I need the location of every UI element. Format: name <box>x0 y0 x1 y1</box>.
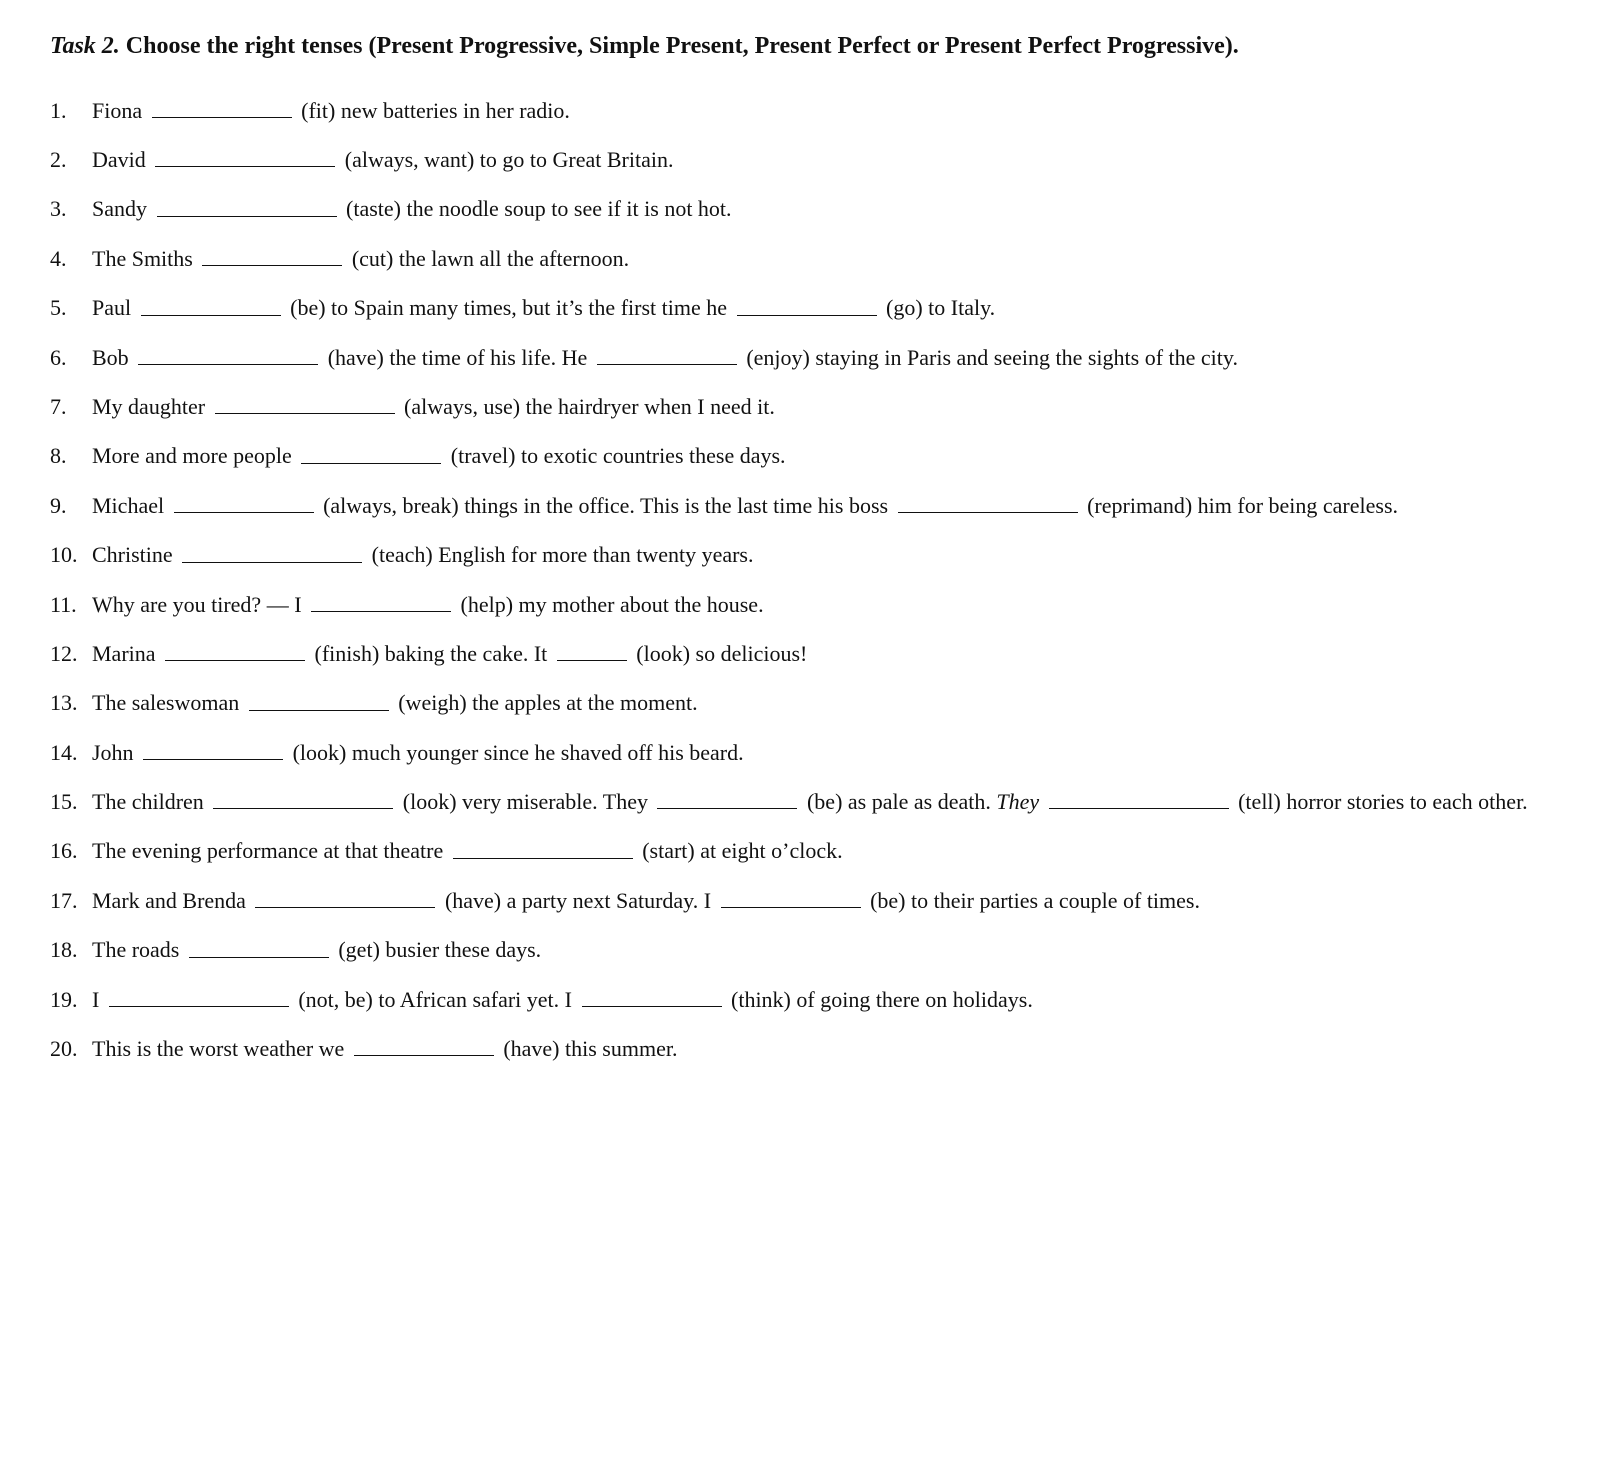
item-number: 1. <box>50 92 92 129</box>
answer-blank[interactable] <box>453 832 633 858</box>
answer-blank[interactable] <box>557 635 627 661</box>
item-content: This is the worst weather we (have) this… <box>92 1030 1550 1067</box>
item-number: 2. <box>50 141 92 178</box>
item-content: My daughter (always, use) the hairdryer … <box>92 388 1550 425</box>
answer-blank[interactable] <box>138 339 318 365</box>
item-number: 8. <box>50 437 92 474</box>
list-item: 5.Paul (be) to Spain many times, but it’… <box>50 289 1550 326</box>
answer-blank[interactable] <box>898 487 1078 513</box>
item-content: Christine (teach) English for more than … <box>92 536 1550 573</box>
list-item: 6.Bob (have) the time of his life. He (e… <box>50 339 1550 376</box>
item-content: Michael (always, break) things in the of… <box>92 487 1550 524</box>
answer-blank[interactable] <box>152 92 292 118</box>
item-number: 5. <box>50 289 92 326</box>
list-item: 1.Fiona (fit) new batteries in her radio… <box>50 92 1550 129</box>
answer-blank[interactable] <box>721 882 861 908</box>
answer-blank[interactable] <box>157 190 337 216</box>
item-content: David (always, want) to go to Great Brit… <box>92 141 1550 178</box>
answer-blank[interactable] <box>255 882 435 908</box>
answer-blank[interactable] <box>109 981 289 1007</box>
item-content: Marina (finish) baking the cake. It (loo… <box>92 635 1550 672</box>
list-item: 12.Marina (finish) baking the cake. It (… <box>50 635 1550 672</box>
item-number: 7. <box>50 388 92 425</box>
answer-blank[interactable] <box>311 586 451 612</box>
answer-blank[interactable] <box>249 684 389 710</box>
item-number: 11. <box>50 586 92 623</box>
answer-blank[interactable] <box>301 437 441 463</box>
answer-blank[interactable] <box>165 635 305 661</box>
item-content: The roads (get) busier these days. <box>92 931 1550 968</box>
answer-blank[interactable] <box>657 783 797 809</box>
task-title: Choose the right tenses (Present Progres… <box>126 33 1239 59</box>
list-item: 10.Christine (teach) English for more th… <box>50 536 1550 573</box>
item-number: 10. <box>50 536 92 573</box>
list-item: 15.The children (look) very miserable. T… <box>50 783 1550 820</box>
item-content: The Smiths (cut) the lawn all the aftern… <box>92 240 1550 277</box>
list-item: 17.Mark and Brenda (have) a party next S… <box>50 882 1550 919</box>
answer-blank[interactable] <box>202 240 342 266</box>
item-content: More and more people (travel) to exotic … <box>92 437 1550 474</box>
list-item: 20.This is the worst weather we (have) t… <box>50 1030 1550 1067</box>
list-item: 4.The Smiths (cut) the lawn all the afte… <box>50 240 1550 277</box>
item-content: Paul (be) to Spain many times, but it’s … <box>92 289 1550 326</box>
item-number: 16. <box>50 832 92 869</box>
item-content: Why are you tired? — I (help) my mother … <box>92 586 1550 623</box>
item-number: 4. <box>50 240 92 277</box>
answer-blank[interactable] <box>141 289 281 315</box>
list-item: 8.More and more people (travel) to exoti… <box>50 437 1550 474</box>
item-number: 6. <box>50 339 92 376</box>
answer-blank[interactable] <box>189 931 329 957</box>
task-label: Task 2. <box>50 33 120 59</box>
task-heading: Task 2. Choose the right tenses (Present… <box>50 30 1550 64</box>
list-item: 18.The roads (get) busier these days. <box>50 931 1550 968</box>
italic-text: They <box>996 789 1039 814</box>
answer-blank[interactable] <box>213 783 393 809</box>
answer-blank[interactable] <box>1049 783 1229 809</box>
list-item: 9.Michael (always, break) things in the … <box>50 487 1550 524</box>
list-item: 3.Sandy (taste) the noodle soup to see i… <box>50 190 1550 227</box>
item-content: The children (look) very miserable. They… <box>92 783 1550 820</box>
list-item: 7.My daughter (always, use) the hairdrye… <box>50 388 1550 425</box>
item-content: The saleswoman (weigh) the apples at the… <box>92 684 1550 721</box>
list-item: 16.The evening performance at that theat… <box>50 832 1550 869</box>
item-number: 12. <box>50 635 92 672</box>
answer-blank[interactable] <box>143 734 283 760</box>
answer-blank[interactable] <box>354 1030 494 1056</box>
item-content: I (not, be) to African safari yet. I (th… <box>92 981 1550 1018</box>
list-item: 14.John (look) much younger since he sha… <box>50 734 1550 771</box>
item-content: Sandy (taste) the noodle soup to see if … <box>92 190 1550 227</box>
answer-blank[interactable] <box>215 388 395 414</box>
item-content: The evening performance at that theatre … <box>92 832 1550 869</box>
item-content: Mark and Brenda (have) a party next Satu… <box>92 882 1550 919</box>
exercise-list: 1.Fiona (fit) new batteries in her radio… <box>50 92 1550 1068</box>
item-number: 3. <box>50 190 92 227</box>
list-item: 13.The saleswoman (weigh) the apples at … <box>50 684 1550 721</box>
item-number: 14. <box>50 734 92 771</box>
list-item: 11.Why are you tired? — I (help) my moth… <box>50 586 1550 623</box>
item-number: 19. <box>50 981 92 1018</box>
list-item: 2.David (always, want) to go to Great Br… <box>50 141 1550 178</box>
item-number: 13. <box>50 684 92 721</box>
answer-blank[interactable] <box>155 141 335 167</box>
answer-blank[interactable] <box>737 289 877 315</box>
answer-blank[interactable] <box>182 536 362 562</box>
item-content: Bob (have) the time of his life. He (enj… <box>92 339 1550 376</box>
item-content: John (look) much younger since he shaved… <box>92 734 1550 771</box>
list-item: 19.I (not, be) to African safari yet. I … <box>50 981 1550 1018</box>
answer-blank[interactable] <box>174 487 314 513</box>
item-number: 18. <box>50 931 92 968</box>
item-number: 15. <box>50 783 92 820</box>
answer-blank[interactable] <box>597 339 737 365</box>
item-number: 20. <box>50 1030 92 1067</box>
answer-blank[interactable] <box>582 981 722 1007</box>
item-number: 17. <box>50 882 92 919</box>
item-number: 9. <box>50 487 92 524</box>
item-content: Fiona (fit) new batteries in her radio. <box>92 92 1550 129</box>
